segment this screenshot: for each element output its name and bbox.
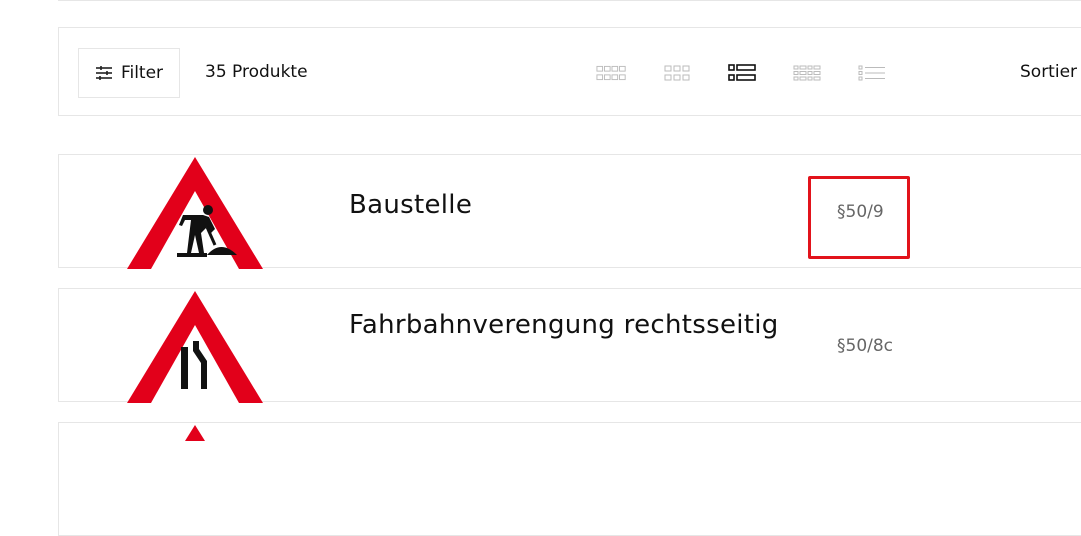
filter-button[interactable]: Filter [78, 48, 180, 98]
view-grid-4-button[interactable] [596, 63, 628, 83]
grid-4-icon [596, 65, 626, 81]
product-title[interactable]: Fahrbahnverengung rechtsseitig [349, 311, 779, 340]
road-works-sign-icon [127, 157, 263, 269]
product-code: §50/8c [837, 336, 894, 356]
view-list-compact-button[interactable] [856, 63, 888, 83]
product-title[interactable]: Baustelle [349, 191, 472, 220]
product-row[interactable]: Baustelle §50/9 [58, 154, 1081, 269]
view-list-grid-button[interactable] [791, 63, 823, 83]
product-row[interactable] [58, 422, 1081, 536]
view-mode-switcher [596, 63, 888, 83]
product-toolbar: Filter 35 Produkte Sortier [58, 27, 1081, 116]
product-code: §50/9 [837, 202, 884, 222]
list-compact-icon [858, 65, 885, 81]
list-grid-icon [793, 65, 821, 81]
list-large-icon [728, 64, 756, 81]
road-narrows-right-sign-icon [127, 291, 263, 403]
grid-3-icon [664, 65, 690, 81]
sliders-icon [95, 66, 112, 80]
sort-dropdown[interactable]: Sortier [1020, 62, 1077, 82]
view-list-large-button[interactable] [726, 63, 758, 83]
product-row[interactable]: Fahrbahnverengung rechtsseitig §50/8c [58, 288, 1081, 403]
top-divider [58, 0, 1081, 1]
view-grid-3-button[interactable] [661, 63, 693, 83]
product-count: 35 Produkte [205, 62, 308, 82]
warning-sign-icon [185, 425, 205, 441]
filter-label: Filter [120, 63, 164, 83]
